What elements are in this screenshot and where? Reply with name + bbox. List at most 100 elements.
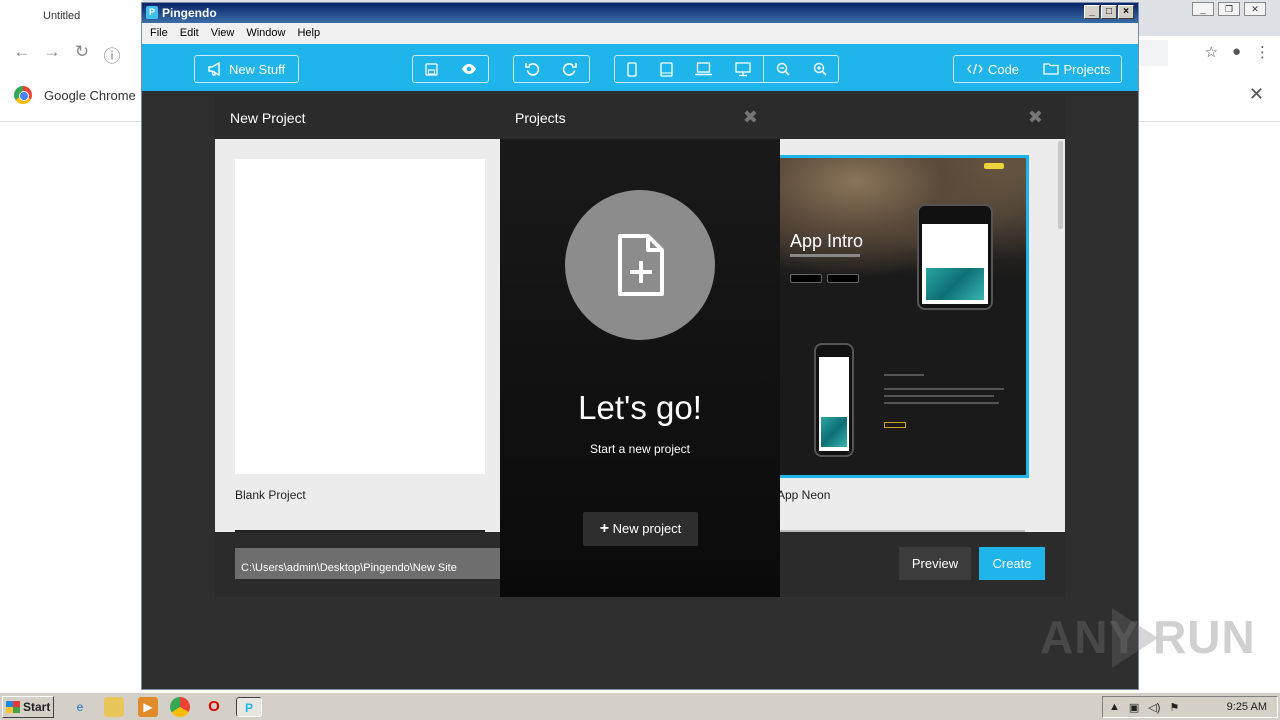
desktop-icon xyxy=(735,61,751,76)
restore-icon[interactable]: ❐ xyxy=(1218,2,1240,16)
view-laptop-button[interactable] xyxy=(683,56,723,82)
menu-view[interactable]: View xyxy=(211,27,235,44)
tray-arrow-icon[interactable]: ▲ xyxy=(1109,701,1120,713)
blank-project-thumbnail[interactable] xyxy=(235,159,485,474)
star-icon[interactable]: ☆ xyxy=(1204,43,1217,61)
chrome-tab-title: Untitled xyxy=(43,10,81,22)
internet-explorer-icon[interactable]: e xyxy=(70,697,90,717)
new-file-circle[interactable] xyxy=(565,190,715,340)
chrome-icon[interactable] xyxy=(170,697,190,717)
projects-title: Projects xyxy=(515,110,566,126)
window-titlebar: P Pingendo _ □ × xyxy=(142,3,1138,23)
close-icon[interactable]: ✖ xyxy=(743,107,758,128)
code-button[interactable]: Code xyxy=(954,56,1032,82)
view-desktop-button[interactable] xyxy=(723,56,763,82)
chrome-logo-icon xyxy=(14,86,32,104)
new-stuff-group: New Stuff xyxy=(194,55,299,83)
new-stuff-label: New Stuff xyxy=(228,61,286,77)
windows-logo-icon xyxy=(6,701,20,713)
redo-button[interactable] xyxy=(551,56,588,82)
zoom-in-icon xyxy=(813,62,827,76)
plus-icon: + xyxy=(599,520,610,537)
projects-panel: Projects ✖ Let's go! Start a new project… xyxy=(500,96,780,597)
create-button[interactable]: Create xyxy=(979,547,1045,580)
window-controls: _ □ × xyxy=(1084,5,1134,19)
phone-mockup-small xyxy=(814,343,854,457)
close-icon[interactable]: ✕ xyxy=(1244,2,1266,16)
save-preview-group xyxy=(412,55,489,83)
tablet-icon xyxy=(659,61,673,77)
network-icon[interactable]: ▣ xyxy=(1129,701,1139,714)
zoom-in-button[interactable] xyxy=(801,56,838,82)
megaphone-icon xyxy=(208,62,220,76)
info-icon[interactable]: ⓘ xyxy=(100,42,124,67)
menu-edit[interactable]: Edit xyxy=(180,27,199,44)
chrome-omnibox[interactable] xyxy=(1138,40,1168,66)
project-path-input[interactable] xyxy=(235,548,525,579)
pingendo-logo-icon: P xyxy=(146,6,158,19)
start-label: Start xyxy=(23,700,51,714)
app-neon-thumbnail[interactable]: App Intro xyxy=(777,155,1029,478)
view-tablet-button[interactable] xyxy=(649,56,683,82)
menu-help[interactable]: Help xyxy=(297,27,320,44)
scrollbar-thumb[interactable] xyxy=(1058,141,1063,229)
neon-preview-subtitle xyxy=(790,254,860,257)
new-stuff-button[interactable]: New Stuff xyxy=(195,56,298,82)
watermark: ANY RUN xyxy=(1040,611,1256,663)
view-mobile-button[interactable] xyxy=(615,56,649,82)
zoom-out-button[interactable] xyxy=(764,56,801,82)
preview-eye-button[interactable] xyxy=(450,56,487,82)
preview-button[interactable]: Preview xyxy=(899,547,971,580)
folder-icon[interactable] xyxy=(104,697,124,717)
close-icon[interactable]: ✖ xyxy=(1028,107,1043,128)
phone-mockup-large xyxy=(917,204,993,310)
volume-icon[interactable]: ◁) xyxy=(1148,701,1160,714)
minimize-icon[interactable]: _ xyxy=(1192,2,1214,16)
projects-label: Projects xyxy=(1063,61,1111,77)
infobar-close-icon[interactable]: ✕ xyxy=(1249,84,1264,105)
maximize-icon[interactable]: □ xyxy=(1101,5,1117,19)
chrome-tab[interactable]: Untitled xyxy=(0,0,142,36)
code-projects-group: Code Projects xyxy=(953,55,1122,83)
reload-icon[interactable]: ↻ xyxy=(70,42,94,67)
workspace: New Project ✖ Blank Project App Intro Ap… xyxy=(142,91,1138,689)
neon-preview-button xyxy=(884,422,906,428)
new-project-title: New Project xyxy=(230,110,306,126)
chrome-window-controls: _ ❐ ✕ xyxy=(1192,2,1266,16)
projects-header: Projects ✖ xyxy=(500,96,780,139)
new-project-label: New project xyxy=(612,521,682,536)
forward-arrow-icon[interactable]: → xyxy=(40,42,64,67)
window-title: Pingendo xyxy=(162,6,217,20)
undo-icon xyxy=(525,62,540,76)
phone-screen-image xyxy=(926,268,984,300)
phone-screen-image xyxy=(821,417,847,447)
neon-text-line xyxy=(884,402,999,404)
neon-text-line xyxy=(884,395,994,397)
projects-button[interactable]: Projects xyxy=(1032,56,1121,82)
media-player-icon[interactable]: ▶ xyxy=(138,697,158,717)
menu-file[interactable]: File xyxy=(150,27,168,44)
chrome-right-icons: ☆ ● ⋮ xyxy=(1204,43,1270,61)
new-project-button[interactable]: + New project xyxy=(583,512,698,546)
save-button[interactable] xyxy=(413,56,450,82)
blank-project-label: Blank Project xyxy=(235,488,306,502)
back-arrow-icon[interactable]: ← xyxy=(10,42,34,67)
start-button[interactable]: Start xyxy=(2,696,54,718)
menu-window[interactable]: Window xyxy=(246,27,285,44)
laptop-icon xyxy=(694,62,712,76)
new-file-icon xyxy=(618,234,664,296)
eye-icon xyxy=(461,64,476,74)
system-tray: ▲ ▣ ◁) ⚑ 9:25 AM xyxy=(1102,696,1278,718)
flag-icon[interactable]: ⚑ xyxy=(1169,701,1179,714)
redo-icon xyxy=(562,62,577,76)
undo-button[interactable] xyxy=(514,56,551,82)
projects-subheading: Start a new project xyxy=(589,442,691,456)
chrome-nav: ← → ↻ ⓘ xyxy=(10,42,124,67)
opera-icon[interactable]: O xyxy=(204,697,224,717)
pingendo-taskbar-icon[interactable]: P xyxy=(236,697,262,717)
zoom-out-icon xyxy=(776,62,790,76)
minimize-icon[interactable]: _ xyxy=(1084,5,1100,19)
close-icon[interactable]: × xyxy=(1118,5,1134,19)
account-icon[interactable]: ● xyxy=(1232,43,1241,61)
kebab-menu-icon[interactable]: ⋮ xyxy=(1255,43,1270,61)
